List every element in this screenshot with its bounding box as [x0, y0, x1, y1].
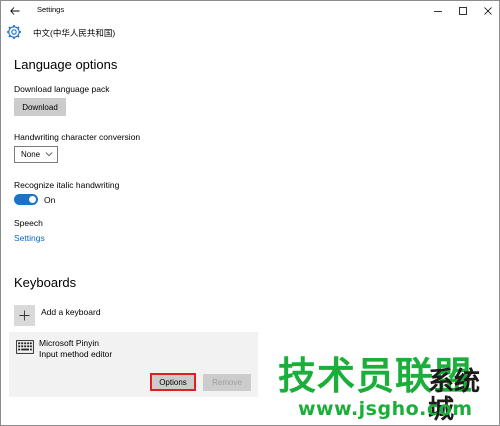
keyboard-options-button[interactable]: Options: [150, 373, 196, 391]
download-button[interactable]: Download: [14, 98, 66, 116]
back-button[interactable]: [1, 1, 29, 21]
minimize-button[interactable]: [424, 1, 452, 21]
add-keyboard-label[interactable]: Add a keyboard: [41, 307, 101, 317]
maximize-button[interactable]: [449, 1, 477, 21]
toggle-knob: [29, 196, 36, 203]
close-icon: [484, 7, 492, 15]
back-arrow-icon: [10, 7, 20, 15]
speech-label: Speech: [14, 218, 43, 228]
keyboard-remove-button[interactable]: Remove: [203, 374, 251, 391]
keyboard-name: Microsoft Pinyin: [39, 338, 99, 348]
maximize-icon: [459, 7, 467, 15]
keyboard-subtitle: Input method editor: [39, 349, 113, 359]
handwriting-dropdown[interactable]: None: [14, 146, 58, 163]
chevron-down-icon: [45, 152, 53, 157]
window-title: Settings: [37, 5, 65, 14]
italic-handwriting-toggle[interactable]: [14, 194, 38, 205]
minimize-icon: [434, 11, 442, 12]
italic-toggle-state: On: [44, 195, 56, 205]
page-title: 中文(中华人民共和国): [33, 28, 116, 38]
handwriting-dropdown-value: None: [21, 150, 41, 159]
title-bar: Settings: [1, 1, 499, 21]
keyboards-heading: Keyboards: [14, 275, 77, 290]
language-options-heading: Language options: [14, 57, 118, 72]
close-button[interactable]: [474, 1, 499, 21]
gear-icon: [7, 25, 21, 39]
watermark: 技术员联盟 系统城 www.jsgho.com: [272, 356, 500, 426]
watermark-url: www.jsgho.com: [298, 398, 473, 420]
add-keyboard-button[interactable]: [14, 305, 35, 326]
download-pack-label: Download language pack: [14, 84, 110, 94]
page-header: 中文(中华人民共和国): [1, 21, 499, 45]
speech-settings-link[interactable]: Settings: [14, 233, 45, 243]
keyboard-icon: [16, 340, 34, 354]
italic-handwriting-label: Recognize italic handwriting: [14, 180, 120, 190]
plus-icon: [19, 310, 30, 321]
keyboard-item[interactable]: Microsoft Pinyin Input method editor Opt…: [9, 332, 258, 397]
handwriting-label: Handwriting character conversion: [14, 132, 141, 142]
